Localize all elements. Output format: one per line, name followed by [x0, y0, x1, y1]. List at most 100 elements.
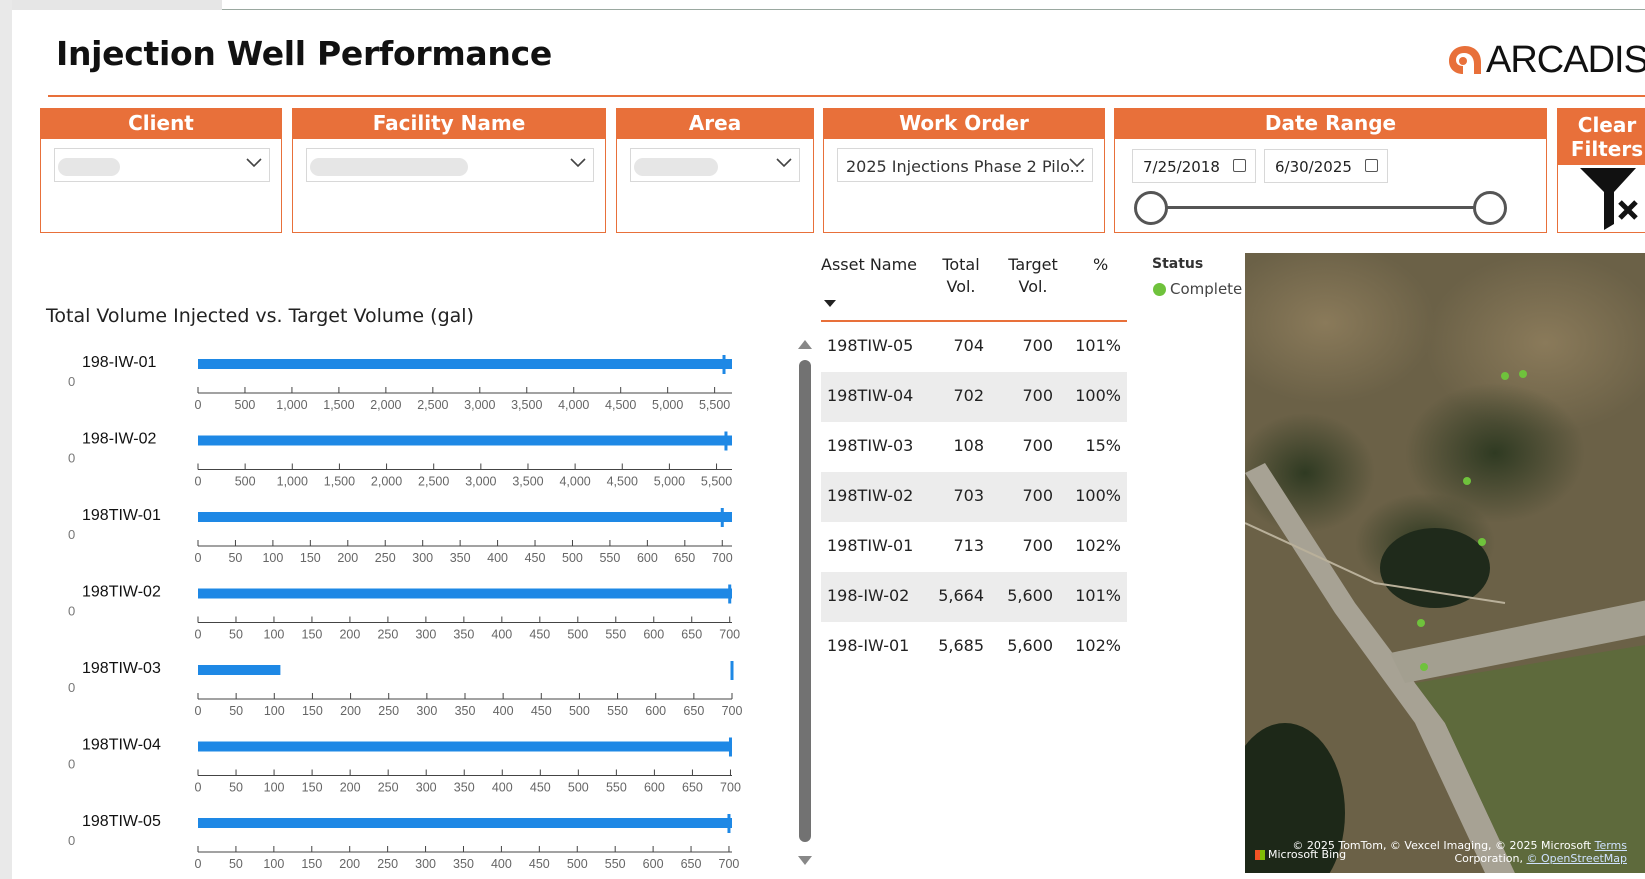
- logo-text: ARCADIS: [1486, 38, 1645, 81]
- end-date-input[interactable]: 6/30/2025: [1264, 149, 1388, 183]
- cell-target-vol: 700: [1022, 536, 1053, 555]
- table-row[interactable]: 198TIW-03 108 700 15%: [821, 422, 1127, 472]
- header-total-vol[interactable]: Total Vol.: [936, 254, 986, 298]
- date-range-end-handle[interactable]: [1473, 191, 1507, 225]
- osm-link[interactable]: © OpenStreetMap: [1526, 852, 1627, 865]
- tick-label: 350: [455, 704, 476, 718]
- tick-label: 200: [339, 628, 360, 642]
- tick-label: 150: [300, 551, 321, 565]
- table-row[interactable]: 198TIW-01 713 700 102%: [821, 522, 1127, 572]
- tick-label: 300: [416, 781, 437, 795]
- client-slicer-header: Client: [41, 109, 281, 139]
- tick-label: 200: [337, 551, 358, 565]
- tick-label: 2,000: [371, 475, 402, 489]
- tick-label: 300: [416, 704, 437, 718]
- area-dropdown[interactable]: [630, 148, 800, 182]
- tick-label: 1,000: [276, 398, 307, 412]
- date-range-slider-track[interactable]: [1151, 206, 1489, 209]
- client-dropdown[interactable]: [54, 148, 270, 182]
- tick-label: 4,500: [607, 475, 638, 489]
- tick-label: 550: [607, 704, 628, 718]
- header-target-line2: Vol.: [1018, 277, 1048, 296]
- bullet-chart: 198-IW-01 0 0 500 1,000 1,500 2,000 2,500 3,000 3…: [42, 345, 762, 879]
- table-row[interactable]: 198-IW-02 5,664 5,600 101%: [821, 572, 1127, 622]
- chevron-down-icon: [1069, 158, 1085, 168]
- work-order-dropdown[interactable]: 2025 Injections Phase 2 Pilo...: [837, 148, 1093, 182]
- tick-label: 300: [415, 628, 436, 642]
- tick-label: 100: [264, 781, 285, 795]
- chart-title: Total Volume Injected vs. Target Volume …: [46, 305, 474, 327]
- row-min-label: 0: [68, 451, 75, 466]
- work-order-slicer-header: Work Order: [824, 109, 1104, 139]
- clear-filters-button[interactable]: Clear Filters: [1557, 108, 1645, 233]
- client-slicer: Client: [40, 108, 282, 233]
- table-row[interactable]: 198TIW-02 703 700 100%: [821, 472, 1127, 522]
- calendar-icon[interactable]: [1365, 159, 1378, 172]
- tick-label: 0: [195, 704, 202, 718]
- cell-target-vol: 700: [1022, 486, 1053, 505]
- clear-filter-icon: [1580, 168, 1638, 230]
- tick-label: 350: [454, 781, 475, 795]
- header-target-vol[interactable]: Target Vol.: [1005, 254, 1061, 298]
- tick-label: 400: [491, 857, 512, 871]
- bullet-bar: [198, 588, 732, 599]
- table-row[interactable]: 198TIW-05 704 700 101%: [821, 322, 1127, 372]
- map-legend-title: Status: [1152, 256, 1204, 272]
- tick-label: 3,000: [464, 398, 495, 412]
- tick-label: 50: [228, 551, 242, 565]
- satellite-map[interactable]: Microsoft Bing © 2025 TomTom, © Vexcel I…: [1245, 253, 1645, 873]
- cell-asset-name: 198TIW-02: [827, 486, 914, 505]
- date-range-slicer: Date Range 7/25/2018 6/30/2025: [1114, 108, 1547, 233]
- tick-label: 500: [562, 551, 583, 565]
- start-date-input[interactable]: 7/25/2018: [1132, 149, 1256, 183]
- cell-pct: 101%: [1075, 336, 1121, 355]
- scroll-up-arrow[interactable]: [798, 340, 812, 349]
- tick-label: 150: [302, 704, 323, 718]
- tick-label: 3,000: [465, 475, 496, 489]
- cell-total-vol: 108: [953, 436, 984, 455]
- microsoft-logo-icon: [1255, 849, 1265, 860]
- facility-dropdown[interactable]: [306, 148, 594, 182]
- map-attribution: © 2025 TomTom, © Vexcel Imaging, © 2025 …: [1292, 839, 1627, 865]
- header-total-line1: Total: [942, 255, 980, 274]
- chart-scrollbar[interactable]: [799, 360, 811, 842]
- tick-label: 5,000: [652, 398, 683, 412]
- tick-label: 5,500: [699, 398, 730, 412]
- sort-desc-icon[interactable]: [823, 298, 837, 308]
- calendar-icon[interactable]: [1233, 159, 1246, 172]
- tick-label: 550: [605, 628, 626, 642]
- tick-label: 500: [567, 628, 588, 642]
- tick-label: 200: [340, 781, 361, 795]
- table-row[interactable]: 198TIW-04 702 700 100%: [821, 372, 1127, 422]
- date-range-start-handle[interactable]: [1134, 191, 1168, 225]
- tick-label: 450: [530, 781, 551, 795]
- facility-slicer: Facility Name: [292, 108, 606, 233]
- row-label: 198TIW-05: [82, 813, 161, 830]
- work-order-value: 2025 Injections Phase 2 Pilo...: [846, 157, 1085, 176]
- terms-link[interactable]: Terms: [1595, 839, 1627, 852]
- header-asset-name[interactable]: Asset Name: [821, 254, 917, 276]
- header-target-line1: Target: [1008, 255, 1058, 274]
- tick-label: 200: [339, 857, 360, 871]
- bullet-bar: [198, 665, 281, 675]
- header-total-line2: Vol.: [946, 277, 976, 296]
- table-header: Asset Name Total Vol. Target Vol. %: [821, 250, 1127, 322]
- scroll-down-arrow[interactable]: [798, 856, 812, 865]
- target-marker: [724, 431, 728, 451]
- tick-label: 5,500: [701, 475, 732, 489]
- tick-label: 700: [719, 628, 740, 642]
- row-label: 198-IW-01: [82, 354, 157, 371]
- area-dropdown-value: [634, 158, 718, 176]
- map-imagery: [1245, 253, 1645, 873]
- attribution-line1: © 2025 TomTom, © Vexcel Imaging, © 2025 …: [1292, 839, 1592, 852]
- target-marker: [720, 508, 724, 527]
- row-label: 198TIW-02: [82, 584, 161, 601]
- attribution-line2: Corporation,: [1454, 852, 1523, 865]
- tick-label: 2,000: [370, 398, 401, 412]
- tick-label: 1,000: [277, 475, 308, 489]
- tab-stub[interactable]: [12, 0, 222, 10]
- cell-target-vol: 5,600: [1007, 586, 1053, 605]
- area-slicer-header: Area: [617, 109, 813, 139]
- table-row[interactable]: 198-IW-01 5,685 5,600 102%: [821, 622, 1127, 672]
- header-pct[interactable]: %: [1093, 254, 1108, 276]
